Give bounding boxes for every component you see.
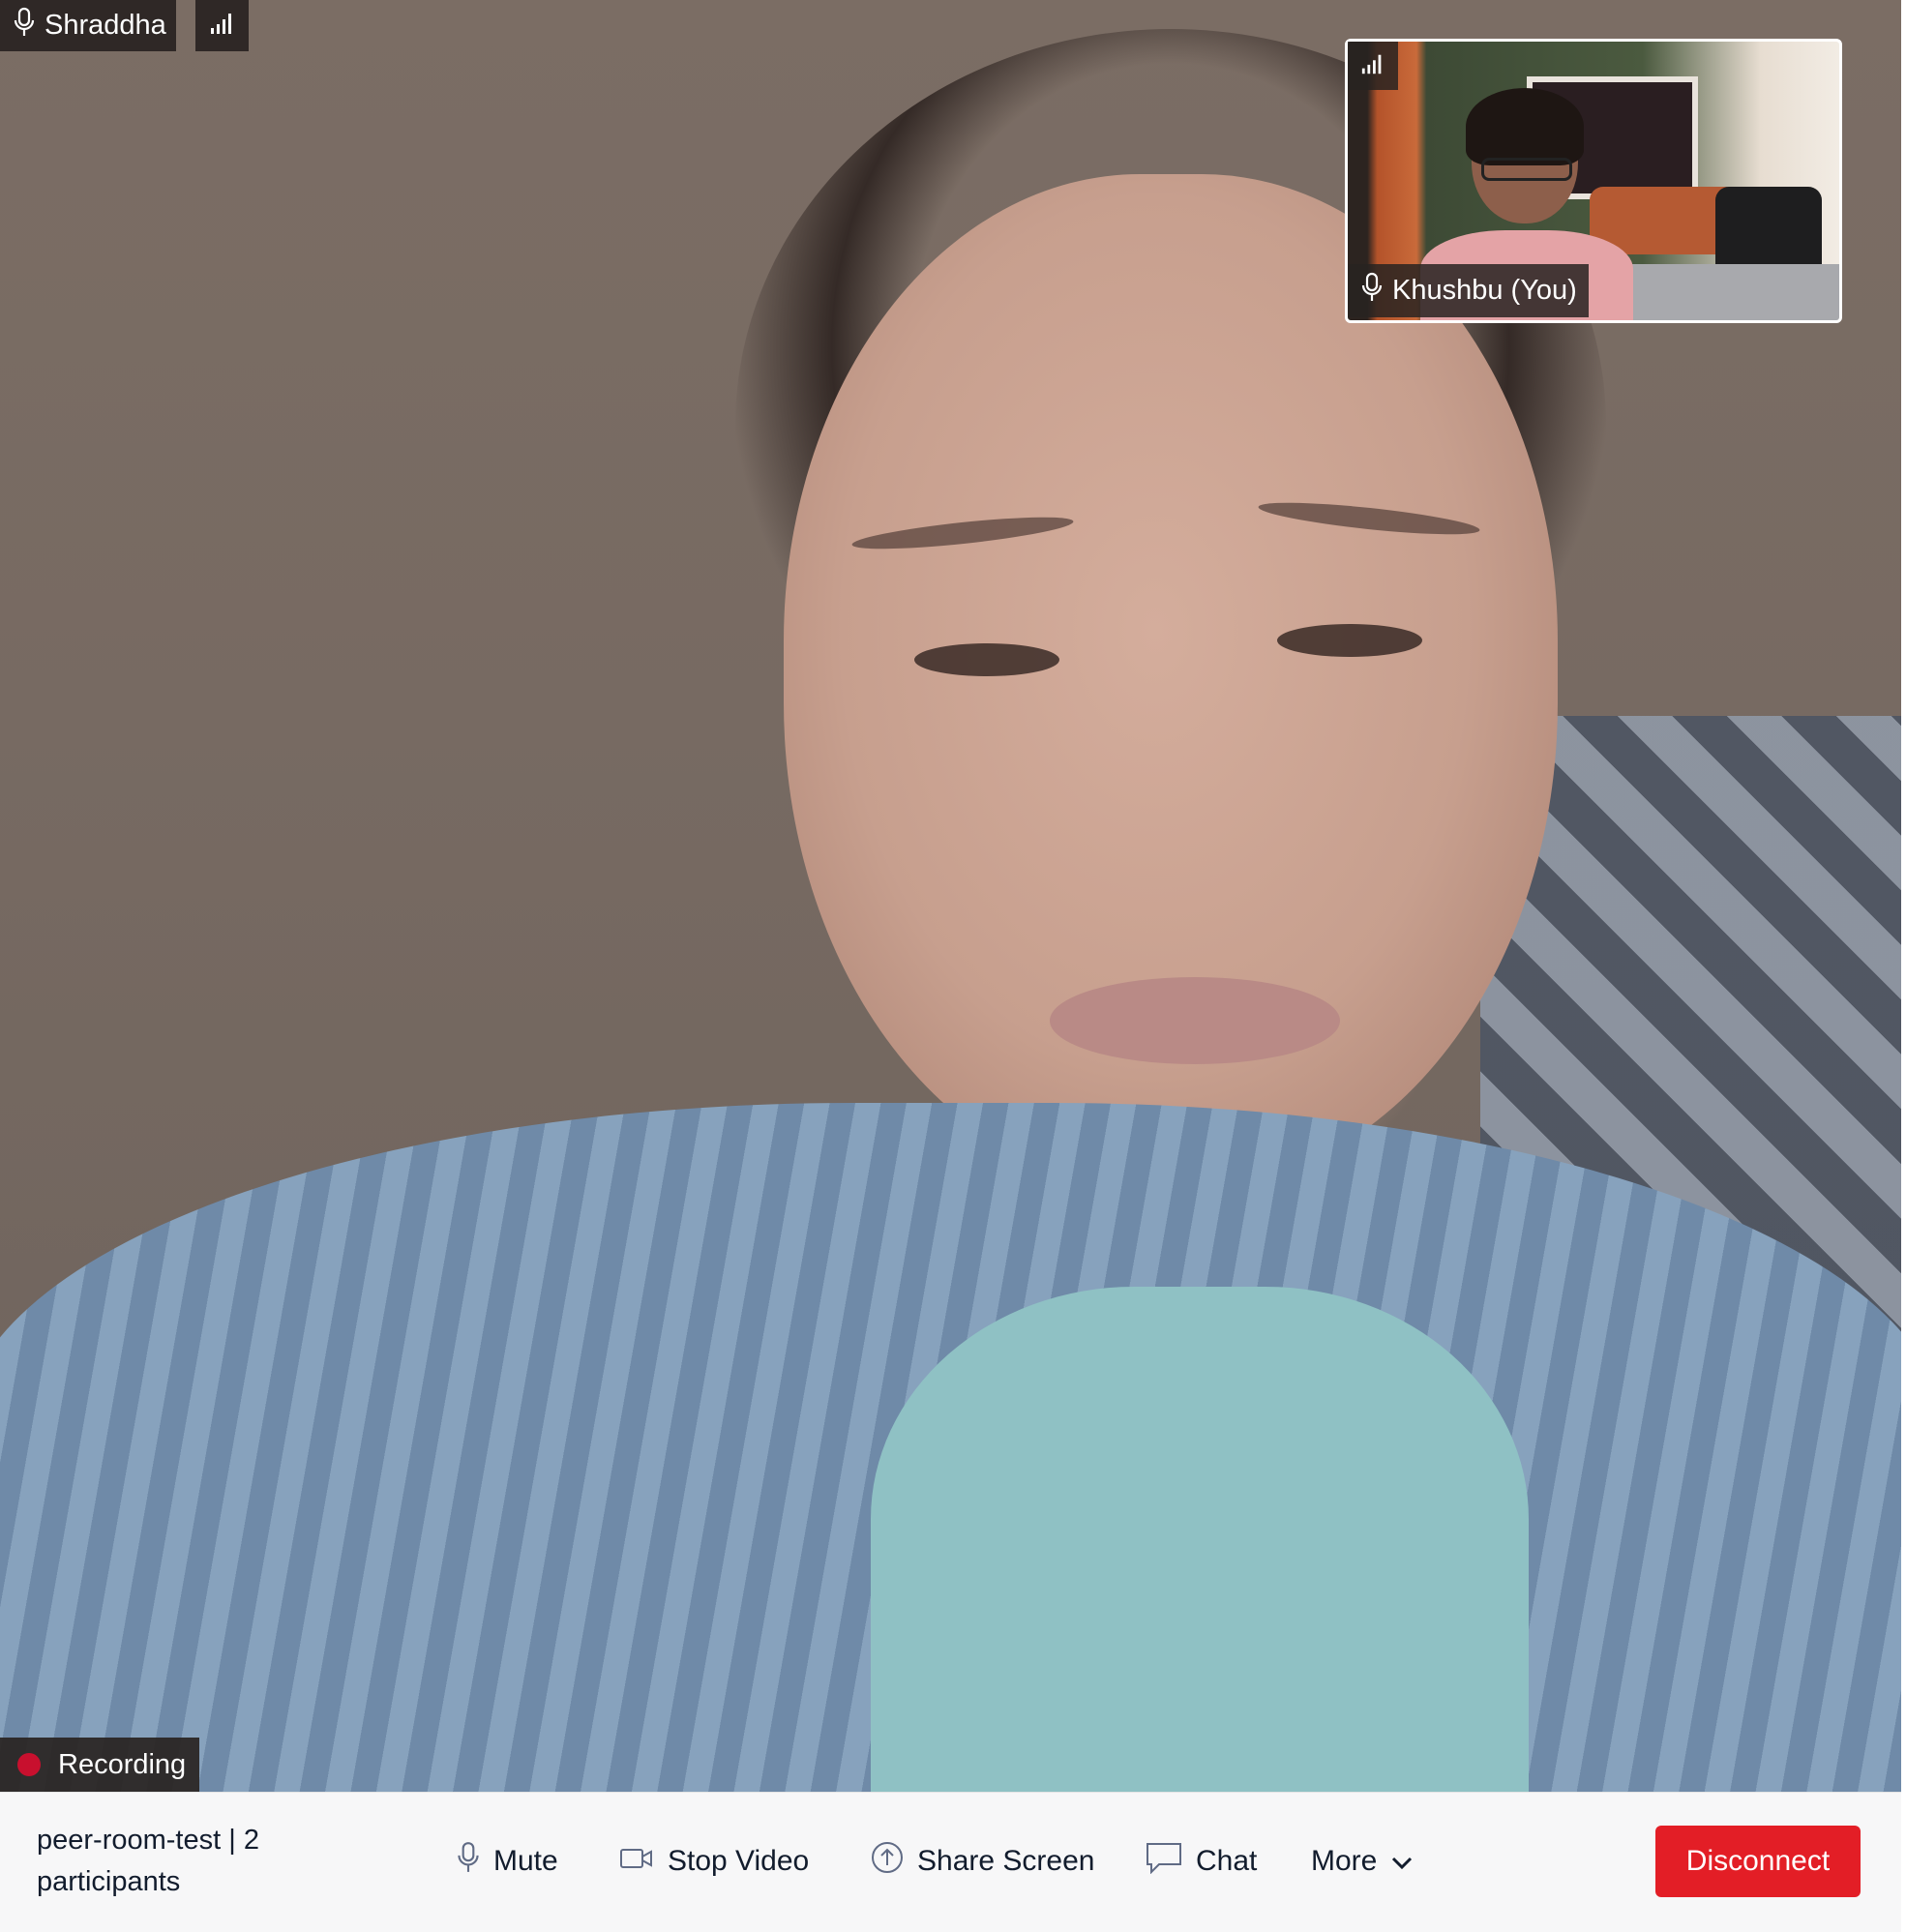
chat-bubble-icon bbox=[1146, 1841, 1182, 1882]
upload-arrow-icon bbox=[871, 1841, 904, 1882]
main-participant-name-tag: Shraddha bbox=[0, 0, 176, 51]
room-separator: | bbox=[228, 1825, 236, 1856]
recording-label: Recording bbox=[58, 1748, 187, 1780]
chat-button[interactable]: Chat bbox=[1146, 1828, 1257, 1894]
video-camera-icon bbox=[619, 1845, 654, 1878]
microphone-icon bbox=[14, 7, 35, 45]
stop-video-button[interactable]: Stop Video bbox=[619, 1828, 809, 1894]
participant-shirt bbox=[871, 1287, 1529, 1792]
disconnect-button[interactable]: Disconnect bbox=[1655, 1826, 1861, 1897]
share-screen-label: Share Screen bbox=[917, 1845, 1095, 1877]
control-bar: peer-room-test | 2 participants Mute Sto… bbox=[0, 1792, 1901, 1932]
self-view-name-tag: Khushbu (You) bbox=[1348, 264, 1589, 317]
main-participant-name: Shraddha bbox=[45, 10, 166, 41]
recording-dot-icon bbox=[17, 1753, 41, 1776]
self-view-name: Khushbu (You) bbox=[1392, 275, 1577, 306]
mute-label: Mute bbox=[493, 1845, 558, 1877]
chat-label: Chat bbox=[1196, 1845, 1258, 1877]
microphone-icon bbox=[1361, 272, 1383, 311]
share-screen-button[interactable]: Share Screen bbox=[871, 1828, 1094, 1894]
participant-eye-left bbox=[914, 643, 1059, 676]
recording-indicator: Recording bbox=[0, 1738, 200, 1792]
participants-word: participants bbox=[37, 1866, 181, 1897]
network-signal-icon bbox=[1360, 51, 1385, 81]
chevron-down-icon bbox=[1390, 1845, 1414, 1878]
participant-eye-right bbox=[1277, 624, 1422, 657]
room-name: peer-room-test bbox=[37, 1825, 222, 1856]
main-network-signal-indicator bbox=[195, 0, 249, 51]
more-label: More bbox=[1311, 1845, 1378, 1877]
stop-video-label: Stop Video bbox=[668, 1845, 810, 1877]
participant-count: 2 bbox=[243, 1825, 259, 1856]
more-button[interactable]: More bbox=[1311, 1828, 1414, 1894]
mute-button[interactable]: Mute bbox=[457, 1828, 558, 1894]
microphone-icon bbox=[457, 1841, 480, 1882]
self-view-person-glasses bbox=[1481, 158, 1572, 181]
room-info: peer-room-test | 2 participants bbox=[37, 1820, 327, 1903]
right-edge-margin bbox=[1901, 0, 1906, 1931]
network-signal-icon bbox=[209, 11, 236, 41]
self-network-signal-indicator bbox=[1348, 42, 1398, 90]
self-view-person-hair bbox=[1466, 88, 1584, 165]
participant-lips bbox=[1050, 977, 1340, 1064]
